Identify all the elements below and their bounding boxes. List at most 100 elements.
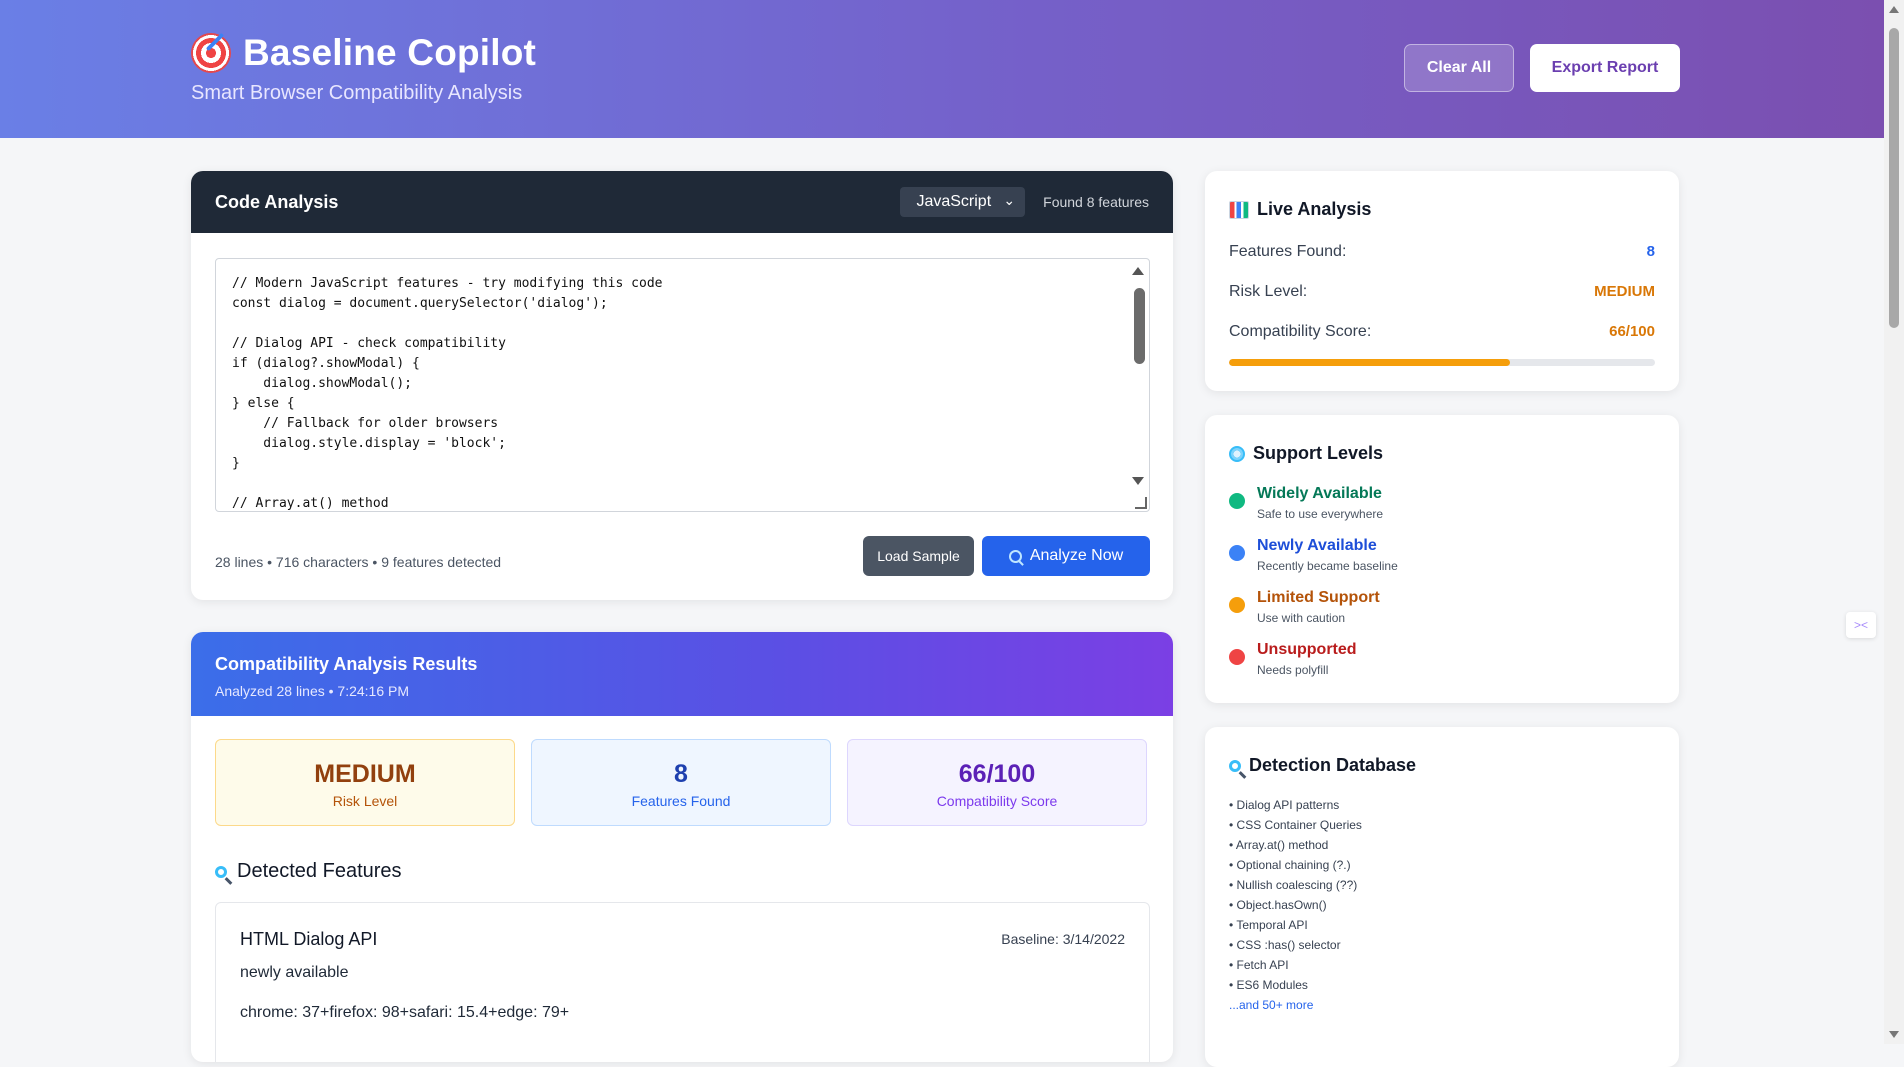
features-found-value: 8 xyxy=(1646,243,1655,260)
list-item: • Object.hasOwn() xyxy=(1229,898,1327,912)
features-found-metric: 8 Features Found xyxy=(531,739,831,826)
found-features-count: Found 8 features xyxy=(1043,194,1149,210)
code-stats: 28 lines • 716 characters • 9 features d… xyxy=(215,554,502,570)
support-level-desc: Recently became baseline xyxy=(1257,559,1398,573)
risk-level-value: MEDIUM xyxy=(1594,283,1655,300)
status-dot-icon xyxy=(1229,545,1245,561)
code-analysis-card: Code Analysis JavaScript ⌄ Found 8 featu… xyxy=(191,171,1173,600)
support-levels-card: Support Levels Widely Available Safe to … xyxy=(1205,415,1679,703)
analyze-now-button[interactable]: Analyze Now xyxy=(982,536,1150,576)
metric-value: MEDIUM xyxy=(314,760,416,788)
editor-scrollbar[interactable] xyxy=(1134,288,1145,364)
bar-chart-icon xyxy=(1229,200,1249,219)
list-item: • Fetch API xyxy=(1229,958,1289,972)
results-title: Compatibility Analysis Results xyxy=(215,654,478,674)
app-subtitle: Smart Browser Compatibility Analysis xyxy=(191,82,523,104)
list-item: • CSS Container Queries xyxy=(1229,818,1362,832)
export-report-button[interactable]: Export Report xyxy=(1530,44,1680,92)
magnifier-icon xyxy=(215,865,227,878)
code-editor[interactable]: // Modern JavaScript features - try modi… xyxy=(215,258,1150,512)
risk-level-row: Risk Level: MEDIUM xyxy=(1229,283,1655,301)
results-card: Compatibility Analysis Results Analyzed … xyxy=(191,632,1173,1062)
metric-label: Risk Level xyxy=(332,793,398,809)
compatibility-progress-fill xyxy=(1229,359,1511,366)
detected-features-heading: Detected Features xyxy=(215,860,402,883)
feature-name: HTML Dialog API xyxy=(240,929,378,949)
app-header: Baseline Copilot Smart Browser Compatibi… xyxy=(0,0,1884,138)
metric-label: Features Found xyxy=(631,793,731,809)
support-level-desc: Needs polyfill xyxy=(1257,663,1329,677)
live-analysis-card: Live Analysis Features Found: 8 Risk Lev… xyxy=(1205,171,1679,391)
brand: Baseline Copilot xyxy=(191,32,536,74)
detection-database-card: Detection Database • Dialog API patterns… xyxy=(1205,727,1679,1067)
support-level-widely: Widely Available Safe to use everywhere xyxy=(1229,485,1383,521)
list-item: • Array.at() method xyxy=(1229,838,1329,852)
editor-scroll-up-icon[interactable] xyxy=(1132,267,1144,275)
list-item: • CSS :has() selector xyxy=(1229,938,1341,952)
results-header: Compatibility Analysis Results Analyzed … xyxy=(191,632,1173,716)
app-title: Baseline Copilot xyxy=(243,32,537,73)
window-scrollbar-thumb[interactable] xyxy=(1889,28,1899,328)
features-found-label: Features Found: xyxy=(1229,243,1347,260)
editor-scroll-down-icon[interactable] xyxy=(1132,477,1144,485)
metric-value: 66/100 xyxy=(958,760,1036,788)
results-subtitle: Analyzed 28 lines • 7:24:16 PM xyxy=(215,683,410,699)
code-analysis-header: Code Analysis JavaScript ⌄ Found 8 featu… xyxy=(191,171,1173,233)
language-select[interactable]: JavaScript ⌄ xyxy=(900,187,1026,217)
list-item: • Dialog API patterns xyxy=(1229,798,1340,812)
feature-browser-support: chrome: 37+firefox: 98+safari: 15.4+edge… xyxy=(240,1004,570,1021)
list-item: • ES6 Modules xyxy=(1229,978,1308,992)
extension-icon[interactable]: >< xyxy=(1846,612,1876,638)
feature-baseline-date: Baseline: 3/14/2022 xyxy=(1001,931,1125,947)
compatibility-score-label: Compatibility Score: xyxy=(1229,323,1372,340)
metric-label: Compatibility Score xyxy=(936,793,1058,809)
support-levels-heading: Support Levels xyxy=(1229,443,1383,464)
list-item: • Optional chaining (?.) xyxy=(1229,858,1351,872)
code-analysis-title: Code Analysis xyxy=(215,191,339,212)
window-scrollbar[interactable] xyxy=(1884,0,1904,1044)
compatibility-progress-bar xyxy=(1229,359,1655,366)
support-level-newly: Newly Available Recently became baseline xyxy=(1229,537,1398,573)
clear-all-button[interactable]: Clear All xyxy=(1404,44,1514,92)
search-icon xyxy=(1008,549,1022,563)
detection-database-list: • Dialog API patterns • CSS Container Qu… xyxy=(1229,795,1362,1015)
more-features-link[interactable]: ...and 50+ more xyxy=(1229,995,1362,1015)
load-sample-button[interactable]: Load Sample xyxy=(863,536,974,576)
chevron-down-icon: ⌄ xyxy=(1003,192,1016,208)
support-level-name: Newly Available xyxy=(1257,537,1377,554)
list-item: • Nullish coalescing (??) xyxy=(1229,878,1358,892)
detection-database-heading: Detection Database xyxy=(1229,755,1416,776)
status-dot-icon xyxy=(1229,493,1245,509)
feature-status: newly available xyxy=(240,964,349,981)
resize-handle-icon[interactable] xyxy=(1135,497,1147,509)
risk-level-label: Risk Level: xyxy=(1229,283,1308,300)
code-editor-content[interactable]: // Modern JavaScript features - try modi… xyxy=(216,259,1149,511)
scroll-up-icon[interactable] xyxy=(1889,6,1899,13)
metric-value: 8 xyxy=(674,760,688,788)
support-level-name: Widely Available xyxy=(1257,485,1382,502)
list-item: • Temporal API xyxy=(1229,918,1308,932)
support-level-name: Limited Support xyxy=(1257,589,1380,606)
feature-card[interactable]: HTML Dialog API Baseline: 3/14/2022 newl… xyxy=(215,902,1150,1062)
support-levels-title: Support Levels xyxy=(1253,443,1384,463)
globe-icon xyxy=(1229,445,1245,462)
compatibility-score-value: 66/100 xyxy=(1609,323,1655,340)
magnifier-icon xyxy=(1229,759,1241,772)
target-icon xyxy=(191,32,231,73)
support-level-desc: Use with caution xyxy=(1257,611,1346,625)
status-dot-icon xyxy=(1229,649,1245,665)
risk-level-metric: MEDIUM Risk Level xyxy=(215,739,515,826)
features-found-row: Features Found: 8 xyxy=(1229,243,1655,261)
support-level-limited: Limited Support Use with caution xyxy=(1229,589,1380,625)
support-level-name: Unsupported xyxy=(1257,641,1357,658)
scroll-down-icon[interactable] xyxy=(1889,1031,1899,1038)
analyze-now-label: Analyze Now xyxy=(1029,547,1124,564)
support-level-unsupported: Unsupported Needs polyfill xyxy=(1229,641,1357,677)
support-level-desc: Safe to use everywhere xyxy=(1257,507,1384,521)
compatibility-score-metric: 66/100 Compatibility Score xyxy=(847,739,1147,826)
language-select-value: JavaScript xyxy=(916,193,992,210)
detected-features-title: Detected Features xyxy=(237,860,402,882)
live-analysis-heading: Live Analysis xyxy=(1229,199,1371,220)
compatibility-score-row: Compatibility Score: 66/100 xyxy=(1229,323,1655,341)
status-dot-icon xyxy=(1229,597,1245,613)
